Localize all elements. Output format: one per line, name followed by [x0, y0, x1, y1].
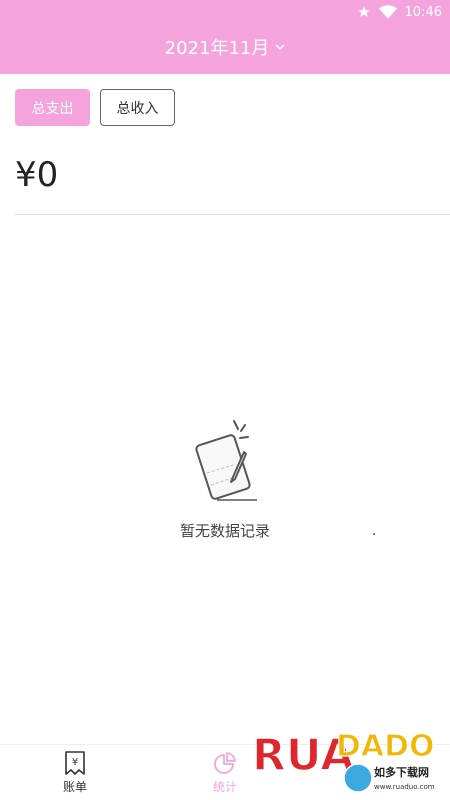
divider: [15, 214, 450, 215]
tab-total-income[interactable]: 总收入: [100, 89, 175, 126]
nav-label: 账单: [62, 780, 87, 794]
empty-state: 暂无数据记录: [0, 415, 450, 541]
pie-chart-icon: [214, 752, 236, 774]
status-bar: 10:46: [357, 0, 450, 24]
star-icon: [357, 6, 370, 17]
wifi-icon: [378, 5, 397, 19]
type-tabs: 总支出 总收入: [15, 89, 175, 126]
tab-total-expense[interactable]: 总支出: [15, 89, 90, 126]
stray-dot: [373, 533, 375, 535]
tab-label: 总收入: [116, 100, 159, 117]
watermark-logo: RUA DADO 如多下载网 www.ruaduo.com: [251, 728, 435, 793]
empty-notebook-icon: [195, 420, 257, 501]
total-amount: ¥0: [15, 155, 59, 195]
month-label: 2021年11月: [164, 38, 270, 59]
status-time: 10:46: [404, 4, 442, 20]
month-selector[interactable]: 2021年11月: [0, 34, 450, 60]
watermark-url: www.ruaduo.com: [374, 783, 435, 791]
svg-text:DADO: DADO: [336, 729, 435, 764]
watermark-subtitle: 如多下载网: [374, 765, 429, 779]
tab-label: 总支出: [31, 100, 74, 117]
nav-label: 统计: [212, 780, 237, 794]
empty-message: 暂无数据记录: [179, 522, 270, 540]
nav-item-stats[interactable]: 统计: [195, 751, 255, 795]
chevron-down-icon: [275, 44, 285, 50]
nav-item-bill[interactable]: ¥ 账单: [45, 751, 105, 795]
bill-icon: ¥: [65, 751, 85, 775]
svg-text:¥: ¥: [72, 757, 78, 768]
top-header: 10:46 2021年11月: [0, 0, 450, 74]
